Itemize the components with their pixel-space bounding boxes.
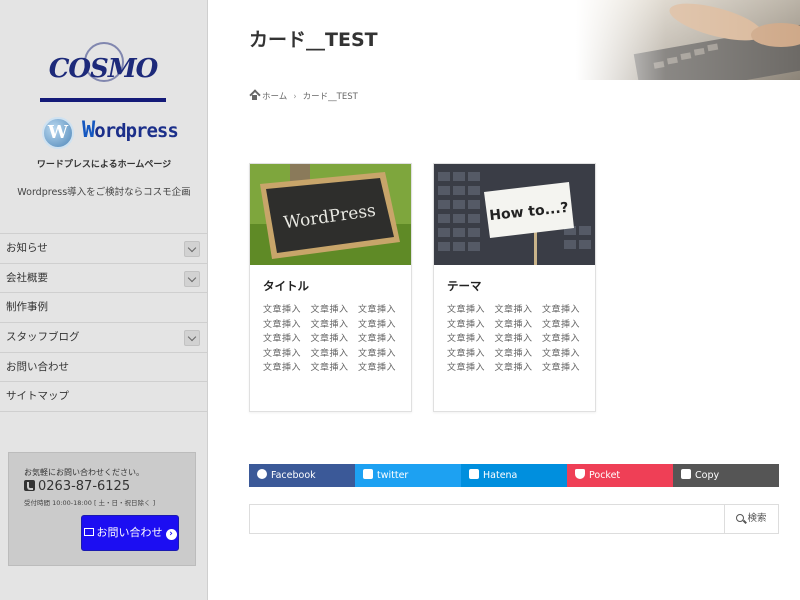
howto-sign-keyboard-image: How to...? bbox=[434, 164, 595, 265]
share-twitter-button[interactable]: twitter bbox=[355, 464, 461, 487]
menu-item-company[interactable]: 会社概要 bbox=[0, 264, 208, 294]
share-label: Copy bbox=[695, 470, 720, 481]
contact-button-label: お問い合わせ bbox=[96, 526, 163, 539]
card-theme[interactable]: How to...? テーマ 文章挿入 文章挿入 文章挿入 文章挿入 文章挿入 … bbox=[433, 163, 596, 412]
facebook-icon bbox=[257, 469, 267, 479]
logo-underline bbox=[40, 98, 166, 102]
hatena-icon bbox=[469, 469, 479, 479]
menu-item-label: お問い合わせ bbox=[6, 360, 69, 373]
share-label: twitter bbox=[377, 470, 409, 481]
site-description: Wordpress導入をご検討ならコスモ企画 bbox=[17, 187, 191, 198]
page-title: カード__TEST bbox=[249, 29, 378, 51]
wordpress-icon: W bbox=[42, 117, 74, 149]
search-input[interactable] bbox=[250, 505, 724, 533]
search-icon bbox=[736, 514, 745, 522]
breadcrumb-separator: › bbox=[293, 92, 297, 102]
share-label: Hatena bbox=[483, 470, 518, 481]
search-button-label: 検索 bbox=[747, 513, 767, 524]
card-heading: タイトル bbox=[263, 279, 309, 293]
chevron-down-icon[interactable] bbox=[184, 241, 200, 257]
home-icon bbox=[250, 92, 259, 100]
share-label: Pocket bbox=[589, 470, 621, 481]
copy-icon bbox=[681, 469, 691, 479]
search-form: 検索 bbox=[249, 504, 779, 534]
phone-number: 0263-87-6125 bbox=[38, 479, 131, 494]
wordpress-logo: W Wordpress bbox=[42, 116, 179, 152]
breadcrumb: ホーム › カード__TEST bbox=[250, 90, 358, 102]
wordpress-logo-text: ordpress bbox=[94, 120, 179, 142]
phone-icon bbox=[24, 480, 35, 491]
share-copy-button[interactable]: Copy bbox=[673, 464, 779, 487]
search-button[interactable]: 検索 bbox=[724, 505, 778, 533]
pocket-icon bbox=[575, 469, 585, 479]
menu-item-label: スタッフブログ bbox=[6, 331, 80, 344]
share-facebook-button[interactable]: Facebook bbox=[249, 464, 355, 487]
menu-item-news[interactable]: お知らせ bbox=[0, 234, 208, 264]
card-body: 文章挿入 文章挿入 文章挿入 文章挿入 文章挿入 文章挿入 文章挿入 文章挿入 … bbox=[263, 305, 406, 374]
contact-lead: お気軽にお問い合わせください。 bbox=[24, 468, 144, 477]
sidebar: COSMO W Wordpress ワードプレスによるホームページ Wordpr… bbox=[0, 0, 208, 600]
menu-item-label: サイトマップ bbox=[6, 390, 69, 403]
envelope-icon bbox=[83, 528, 94, 536]
chevron-down-icon[interactable] bbox=[184, 270, 200, 287]
twitter-icon bbox=[363, 469, 373, 479]
contact-widget: お気軽にお問い合わせください。 0263-87-6125 受付時間 10:00-… bbox=[8, 452, 196, 566]
wordpress-chalkboard-image: WordPress bbox=[250, 164, 411, 265]
card-title[interactable]: WordPress タイトル 文章挿入 文章挿入 文章挿入 文章挿入 文章挿入 … bbox=[249, 163, 412, 412]
menu-item-contact[interactable]: お問い合わせ bbox=[0, 353, 208, 383]
menu-item-label: 制作事例 bbox=[6, 301, 48, 314]
logo-wordmark: COSMO bbox=[48, 54, 159, 84]
menu-item-label: 会社概要 bbox=[6, 271, 48, 284]
contact-button[interactable]: お問い合わせ › bbox=[81, 515, 179, 551]
cosmo-logo[interactable]: COSMO bbox=[40, 42, 166, 104]
sidebar-menu: お知らせ 会社概要 制作事例 スタッフブログ お問い合わせ サイトマップ bbox=[0, 233, 208, 413]
share-label: Facebook bbox=[271, 470, 316, 481]
menu-item-sitemap[interactable]: サイトマップ bbox=[0, 382, 208, 413]
arrow-right-icon: › bbox=[165, 529, 177, 540]
menu-item-staff-blog[interactable]: スタッフブログ bbox=[0, 323, 208, 353]
card-image-howto: How to...? bbox=[434, 164, 595, 265]
card-heading: テーマ bbox=[447, 279, 482, 293]
header-image bbox=[576, 0, 800, 80]
chevron-down-icon[interactable] bbox=[184, 330, 200, 347]
card-image-wordpress: WordPress bbox=[250, 164, 411, 265]
card-body: 文章挿入 文章挿入 文章挿入 文章挿入 文章挿入 文章挿入 文章挿入 文章挿入 … bbox=[447, 305, 590, 374]
share-pocket-button[interactable]: Pocket bbox=[567, 464, 673, 487]
menu-item-label: お知らせ bbox=[6, 242, 48, 254]
contact-hours: 受付時間 10:00-18:00 [ 土・日・祝日除く ] bbox=[24, 499, 156, 507]
wordpress-logo-initial: W bbox=[82, 118, 95, 143]
menu-item-works[interactable]: 制作事例 bbox=[0, 293, 208, 324]
share-bar: Facebook twitter Hatena Pocket Copy bbox=[249, 464, 779, 487]
breadcrumb-current: カード__TEST bbox=[302, 92, 358, 102]
contact-phone[interactable]: 0263-87-6125 bbox=[24, 479, 130, 494]
breadcrumb-home[interactable]: ホーム bbox=[262, 92, 287, 102]
share-hatena-button[interactable]: Hatena bbox=[461, 464, 567, 487]
site-tagline: ワードプレスによるホームページ bbox=[36, 160, 172, 170]
